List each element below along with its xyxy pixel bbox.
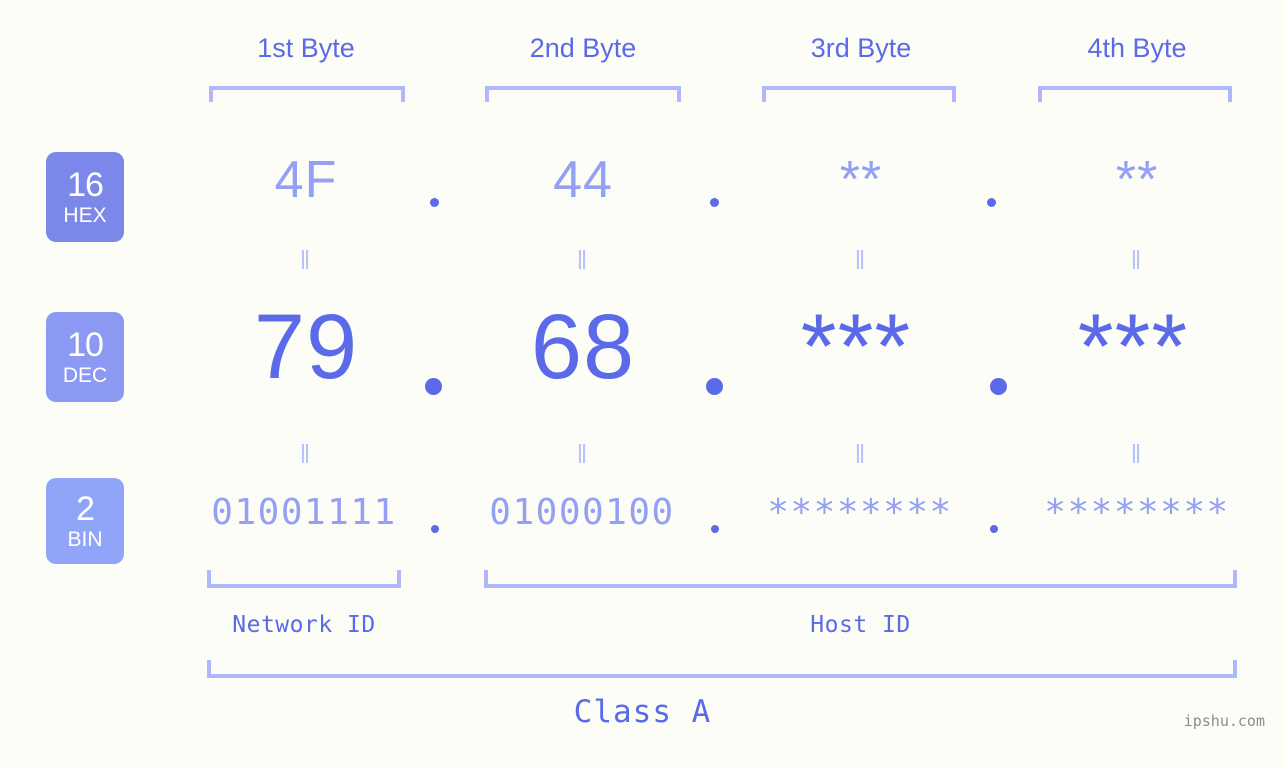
equals-hex-dec-3: ‖ — [854, 245, 868, 275]
base-badge-dec-number: 10 — [67, 326, 104, 364]
equals-hex-dec-1: ‖ — [299, 245, 313, 275]
bin-separator-dot-3 — [990, 525, 998, 533]
host-id-bracket — [484, 570, 1237, 588]
byte-bracket-top-3 — [762, 86, 956, 102]
dec-separator-dot-3 — [990, 378, 1007, 395]
equals-dec-bin-2: ‖ — [576, 439, 590, 469]
bin-byte-2: 01000100 — [489, 492, 675, 533]
byte-bracket-top-2 — [485, 86, 681, 102]
dec-separator-dot-2 — [706, 378, 723, 395]
base-badge-dec: 10 DEC — [46, 312, 124, 402]
base-badge-dec-name: DEC — [62, 364, 108, 387]
equals-hex-dec-4: ‖ — [1130, 245, 1144, 275]
network-id-bracket — [207, 570, 401, 588]
base-badge-hex: 16 HEX — [46, 152, 124, 242]
bin-byte-1: 01001111 — [211, 492, 397, 533]
hex-byte-1: 4F — [274, 151, 338, 209]
hex-separator-dot-3 — [987, 198, 996, 207]
equals-dec-bin-3: ‖ — [854, 439, 868, 469]
base-badge-hex-number: 16 — [67, 166, 104, 204]
byte-header-2: 2nd Byte — [529, 33, 637, 63]
equals-dec-bin-4: ‖ — [1130, 439, 1144, 469]
base-badge-bin-name: BIN — [67, 528, 103, 551]
hex-byte-4: ** — [1115, 151, 1159, 209]
hex-byte-2: 44 — [553, 151, 613, 209]
byte-bracket-top-1 — [209, 86, 405, 102]
hex-separator-dot-1 — [430, 198, 439, 207]
base-badge-bin-number: 2 — [76, 490, 95, 528]
byte-header-1: 1st Byte — [257, 33, 355, 63]
dec-separator-dot-1 — [425, 378, 442, 395]
dec-byte-1: 79 — [253, 296, 359, 398]
class-bracket — [207, 660, 1237, 678]
dec-byte-2: 68 — [530, 296, 636, 398]
dec-byte-3: *** — [800, 296, 912, 398]
bin-separator-dot-1 — [431, 525, 439, 533]
hex-separator-dot-2 — [710, 198, 719, 207]
site-watermark: ipshu.com — [1183, 712, 1265, 730]
dec-byte-4: *** — [1077, 296, 1189, 398]
bin-separator-dot-2 — [711, 525, 719, 533]
bin-byte-3: ******** — [767, 492, 953, 533]
hex-byte-3: ** — [839, 151, 883, 209]
byte-header-4: 4th Byte — [1087, 33, 1187, 63]
byte-header-3: 3rd Byte — [810, 33, 912, 63]
ip-byte-breakdown-diagram: 1st Byte 2nd Byte 3rd Byte 4th Byte 16 H… — [0, 0, 1285, 767]
network-id-label: Network ID — [232, 612, 376, 638]
bin-byte-4: ******** — [1044, 492, 1230, 533]
base-badge-bin: 2 BIN — [46, 478, 124, 564]
byte-bracket-top-4 — [1038, 86, 1232, 102]
equals-dec-bin-1: ‖ — [299, 439, 313, 469]
equals-hex-dec-2: ‖ — [576, 245, 590, 275]
base-badge-hex-name: HEX — [63, 204, 107, 227]
class-label: Class A — [573, 694, 712, 730]
host-id-label: Host ID — [810, 612, 911, 638]
